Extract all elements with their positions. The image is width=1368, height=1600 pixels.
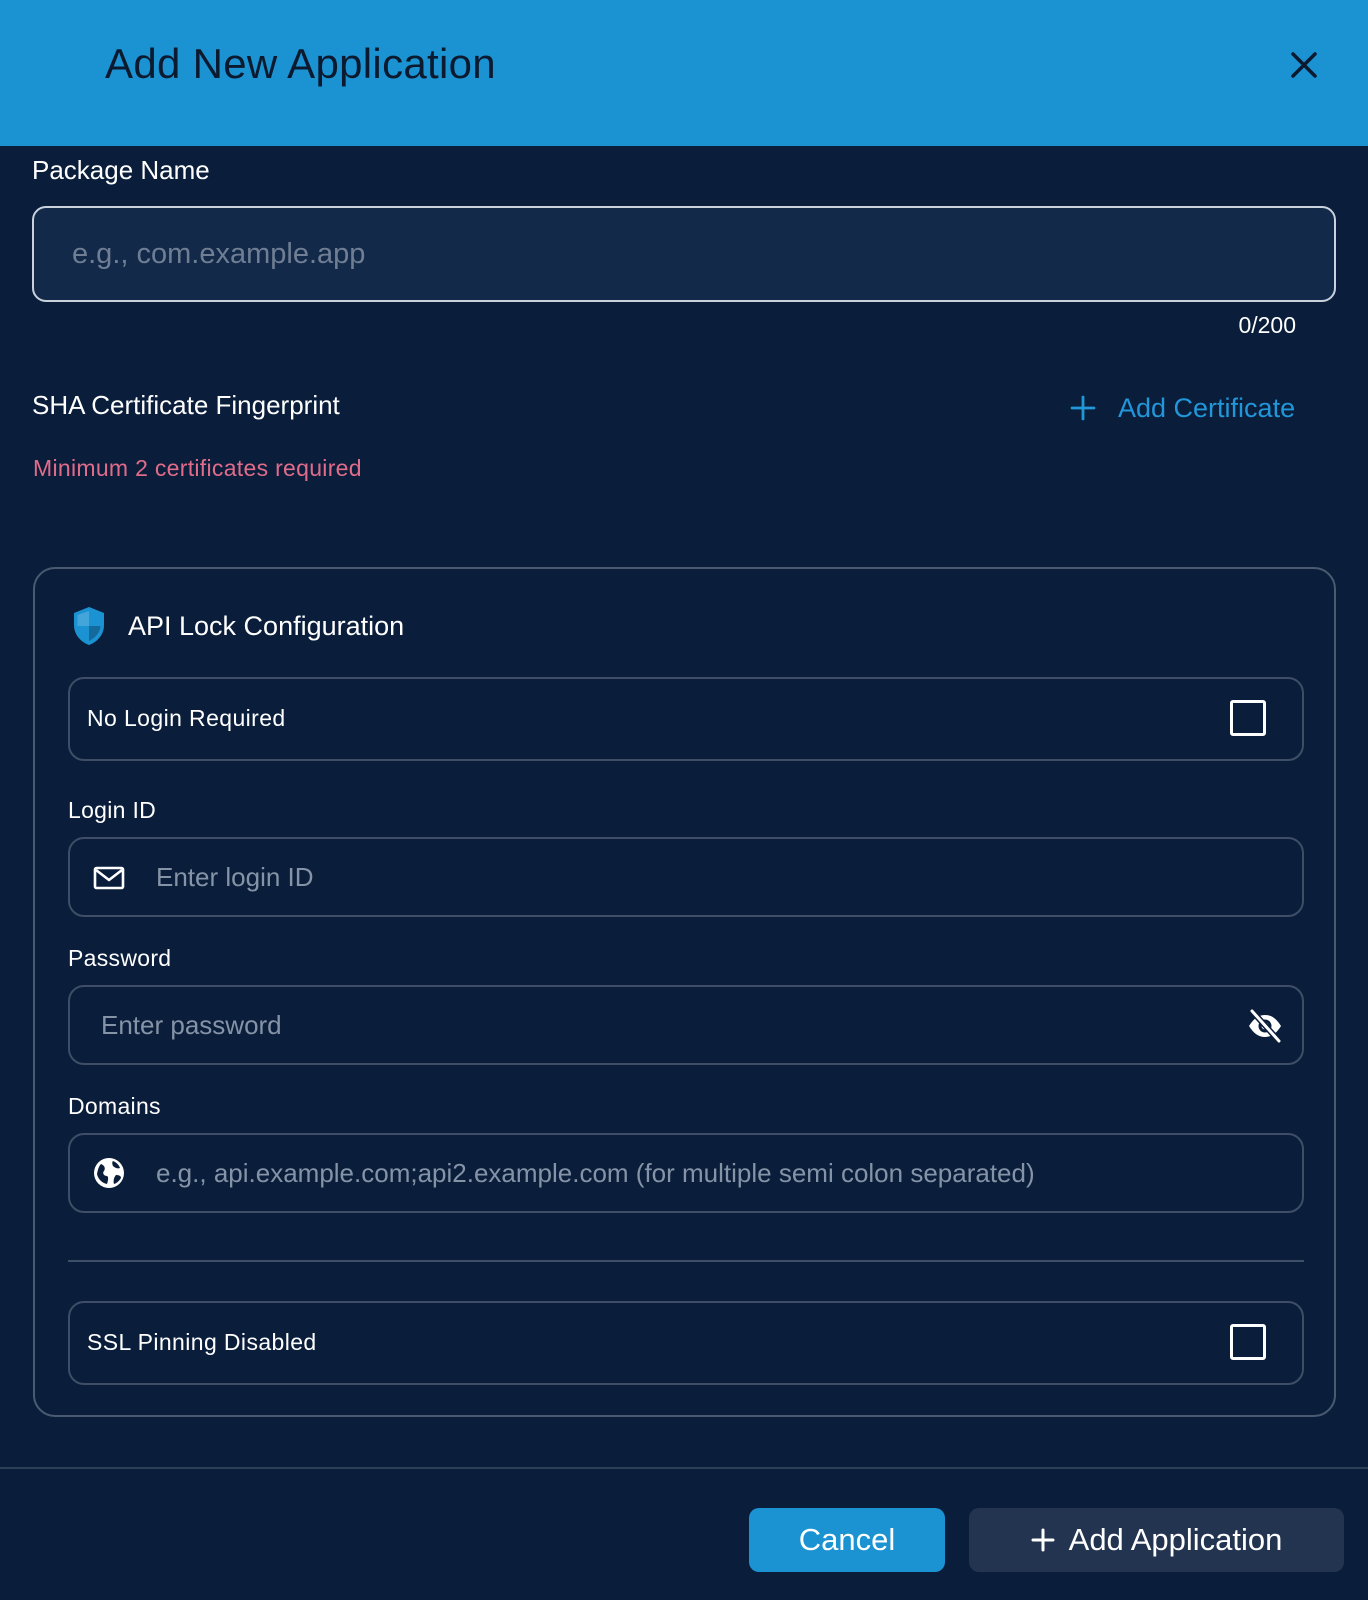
character-counter: 0/200 [1238, 312, 1296, 338]
api-lock-title: API Lock Configuration [128, 611, 405, 641]
dialog-title: Add New Application [105, 40, 496, 87]
no-login-toggle-row[interactable]: No Login Required [68, 677, 1304, 761]
password-input[interactable] [101, 987, 1222, 1063]
domains-input[interactable] [156, 1135, 1282, 1211]
eye-off-icon[interactable] [1246, 1007, 1284, 1045]
footer-divider [0, 1467, 1368, 1469]
package-name-field[interactable] [32, 206, 1336, 302]
cancel-button[interactable]: Cancel [749, 1508, 945, 1572]
package-name-input[interactable] [72, 208, 1314, 300]
plus-icon [1031, 1528, 1055, 1552]
no-login-label: No Login Required [87, 705, 286, 731]
mail-icon [93, 866, 125, 890]
globe-icon [94, 1158, 124, 1188]
section-divider [68, 1260, 1304, 1262]
package-name-label: Package Name [32, 155, 210, 185]
certificate-error-message: Minimum 2 certificates required [33, 455, 362, 481]
add-application-label: Add Application [1068, 1522, 1283, 1557]
sha-fingerprint-label: SHA Certificate Fingerprint [32, 390, 340, 420]
close-button[interactable] [1284, 45, 1324, 85]
password-field[interactable] [68, 985, 1304, 1065]
no-login-checkbox[interactable] [1230, 700, 1266, 736]
login-id-input[interactable] [156, 839, 1282, 915]
domains-field[interactable] [68, 1133, 1304, 1213]
close-icon [1291, 52, 1317, 78]
dialog-header: Add New Application [0, 0, 1368, 146]
add-certificate-label: Add Certificate [1118, 392, 1296, 423]
ssl-pinning-label: SSL Pinning Disabled [87, 1329, 317, 1355]
add-certificate-button[interactable]: Add Certificate [1070, 388, 1295, 428]
domains-label: Domains [68, 1093, 161, 1119]
plus-icon [1070, 395, 1096, 421]
api-lock-panel: API Lock Configuration No Login Required… [33, 567, 1336, 1417]
password-label: Password [68, 945, 172, 971]
ssl-pinning-toggle-row[interactable]: SSL Pinning Disabled [68, 1301, 1304, 1385]
shield-icon [74, 607, 104, 645]
login-id-label: Login ID [68, 797, 157, 823]
ssl-pinning-checkbox[interactable] [1230, 1324, 1266, 1360]
login-id-field[interactable] [68, 837, 1304, 917]
add-application-button[interactable]: Add Application [969, 1508, 1344, 1572]
